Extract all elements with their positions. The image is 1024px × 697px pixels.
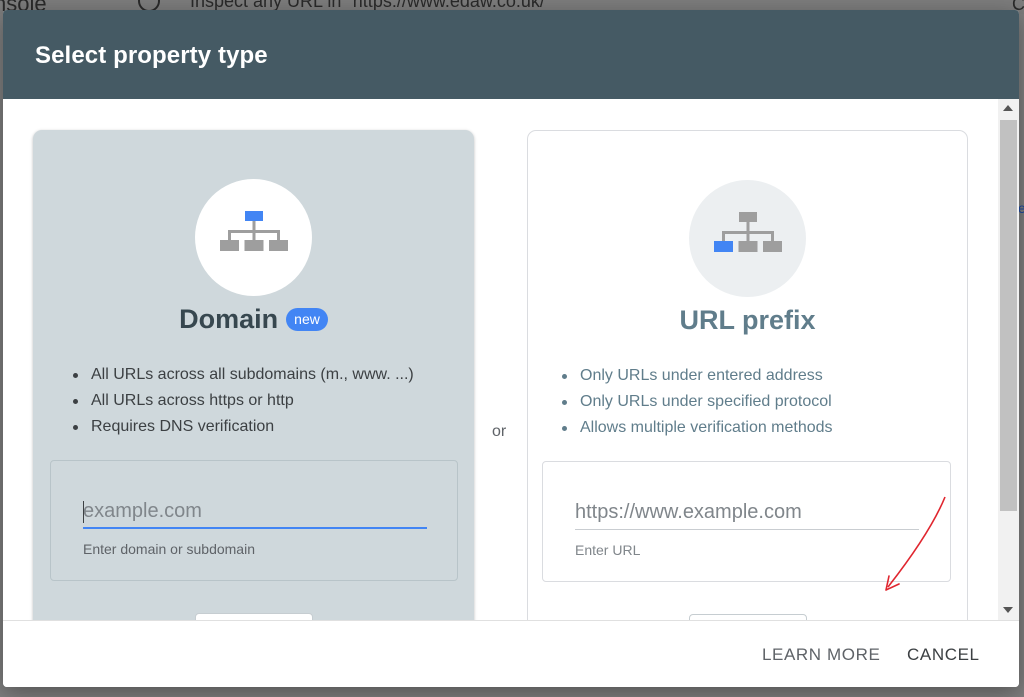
domain-icon-circle	[195, 179, 312, 296]
url-prefix-title: URL prefix	[679, 305, 816, 335]
sitemap-top-highlight-icon	[220, 211, 288, 251]
or-separator: or	[492, 423, 507, 440]
scroll-up-icon[interactable]	[1003, 105, 1013, 111]
url-prefix-icon-circle	[689, 180, 806, 297]
domain-card[interactable]: Domain new All URLs across all subdomains…	[33, 130, 474, 620]
domain-title: Domain new	[33, 304, 474, 335]
dialog-scrollbar[interactable]	[998, 99, 1019, 620]
scroll-down-icon[interactable]	[1003, 607, 1013, 613]
url-input-helper: Enter URL	[575, 542, 641, 558]
list-item: All URLs across all subdomains (m., www.…	[73, 362, 414, 388]
list-item: Allows multiple verification methods	[562, 415, 833, 441]
list-item: Only URLs under specified protocol	[562, 389, 833, 415]
cancel-button[interactable]: CANCEL	[907, 645, 980, 665]
domain-input[interactable]	[83, 495, 427, 529]
dialog-title: Select property type	[35, 42, 268, 69]
domain-input-helper: Enter domain or subdomain	[83, 541, 255, 557]
new-badge: new	[286, 308, 328, 331]
domain-input-box: Enter domain or subdomain	[50, 460, 458, 581]
domain-feature-list: All URLs across all subdomains (m., www.…	[73, 362, 414, 440]
sitemap-bottom-highlight-icon	[714, 212, 782, 252]
domain-title-text: Domain	[179, 304, 279, 334]
list-item: All URLs across https or http	[73, 388, 414, 414]
dialog-footer: LEARN MORE CANCEL	[3, 620, 1019, 687]
url-prefix-feature-list: Only URLs under entered address Only URL…	[562, 363, 833, 441]
list-item: Only URLs under entered address	[562, 363, 833, 389]
domain-continue-button[interactable]	[195, 613, 313, 620]
list-item: Requires DNS verification	[73, 414, 414, 440]
select-property-dialog: Select property type Domain new All URLs…	[3, 10, 1019, 687]
scrollbar-thumb[interactable]	[1000, 120, 1017, 511]
url-input[interactable]	[575, 496, 919, 530]
annotation-arrow-icon	[885, 496, 946, 591]
learn-more-button[interactable]: LEARN MORE	[762, 645, 880, 665]
dialog-header: Select property type	[3, 10, 1019, 99]
dialog-body: Domain new All URLs across all subdomains…	[3, 99, 1019, 620]
text-cursor	[83, 501, 84, 523]
